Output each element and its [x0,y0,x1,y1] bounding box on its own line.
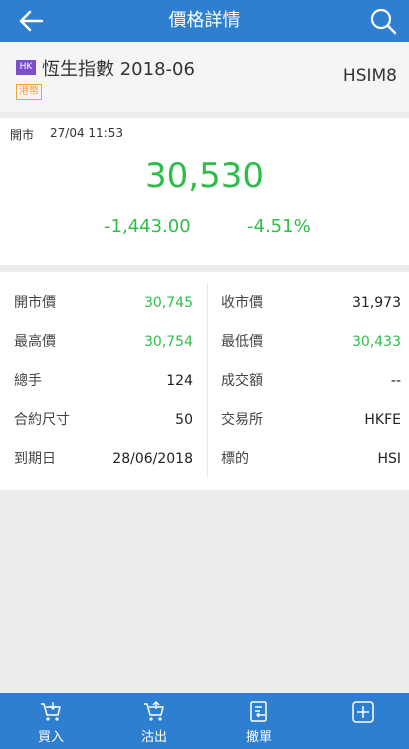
detail-value: -- [390,373,401,389]
cancel-order-label: 撤單 [245,730,272,745]
detail-label: 成交額 [221,373,263,389]
cart-in-icon [41,702,61,721]
bottom-action-bar: 買入 沽出 撤單 [0,693,409,749]
detail-value: HSI [377,451,401,467]
cancel-order-button[interactable]: 撤單 [219,693,299,749]
top-app-bar: 價格詳情 [0,0,409,42]
detail-label: 合約尺寸 [14,412,70,428]
search-icon[interactable] [369,7,397,35]
detail-row: 最高價 30,754 最低價 30,433 [0,323,409,361]
sell-label: 沽出 [140,730,167,745]
detail-row: 合約尺寸 50 交易所 HKFE [0,401,409,439]
buy-button[interactable]: 買入 [11,693,91,749]
cart-out-icon [144,701,164,721]
currency-badge: 港幣 [16,84,42,100]
detail-value: 50 [175,412,193,428]
detail-label: 總手 [14,373,42,389]
market-badge: HK [16,60,36,75]
price-card: 開市 27/04 11:53 30,530 -1,443.00 -4.51% [0,118,409,265]
detail-label: 最低價 [221,334,263,350]
instrument-name: 恆生指數 2018-06 [42,59,195,80]
detail-value: 30,745 [144,295,193,311]
detail-row: 到期日 28/06/2018 標的 HSI [0,440,409,478]
detail-label: 標的 [221,451,249,467]
last-price: 30,530 [145,156,264,196]
detail-label: 開市價 [14,295,56,311]
plus-box-icon [352,701,374,723]
detail-label: 最高價 [14,334,56,350]
market-status: 開市 [10,128,35,142]
cancel-order-icon [250,701,267,722]
detail-value: 124 [166,373,193,389]
detail-label: 收市價 [221,295,263,311]
detail-label: 交易所 [221,412,263,428]
more-button[interactable] [323,693,403,749]
detail-value: 30,754 [144,334,193,350]
detail-value: 31,973 [352,295,401,311]
sell-button[interactable]: 沽出 [114,693,194,749]
detail-value: HKFE [364,412,401,428]
page-title: 價格詳情 [168,10,241,31]
price-change-percent: -4.51% [247,216,311,237]
detail-value: 30,433 [352,334,401,350]
detail-row: 開市價 30,745 收市價 31,973 [0,284,409,322]
details-grid: 開市價 30,745 收市價 31,973 最高價 30,754 最低價 30,… [0,272,409,490]
price-change: -1,443.00 [104,216,191,237]
instrument-code: HSIM8 [342,66,397,86]
quote-time: 27/04 11:53 [50,126,123,140]
detail-row: 總手 124 成交額 -- [0,362,409,400]
detail-value: 28/06/2018 [112,451,193,467]
buy-label: 買入 [37,730,64,745]
detail-label: 到期日 [14,451,56,467]
instrument-header: HK 恆生指數 2018-06 港幣 HSIM8 [0,42,409,112]
